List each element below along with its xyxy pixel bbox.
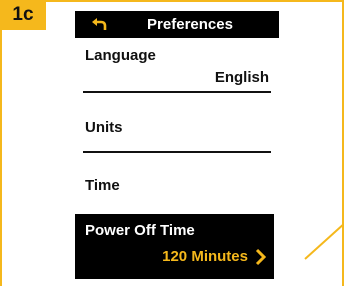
scrollbar-track: [274, 219, 279, 275]
device-screen: Preferences Language English Units Time …: [75, 11, 279, 281]
screen-header: Preferences: [75, 11, 279, 38]
power-off-time-value: 120 Minutes: [162, 248, 248, 265]
menu-item-label: Power Off Time: [85, 222, 195, 239]
divider: [83, 91, 271, 93]
menu-item-units[interactable]: Units: [85, 119, 123, 136]
menu-item-language[interactable]: Language: [85, 47, 156, 64]
chevron-right-icon: [255, 248, 267, 266]
menu-item-power-off-time[interactable]: Power Off Time 120 Minutes: [75, 214, 274, 279]
menu-item-time[interactable]: Time: [85, 177, 120, 194]
step-label: 1c: [0, 0, 46, 30]
language-value: English: [214, 69, 269, 86]
page-title: Preferences: [147, 16, 233, 33]
back-arrow-icon[interactable]: [91, 16, 107, 32]
divider: [83, 151, 271, 153]
